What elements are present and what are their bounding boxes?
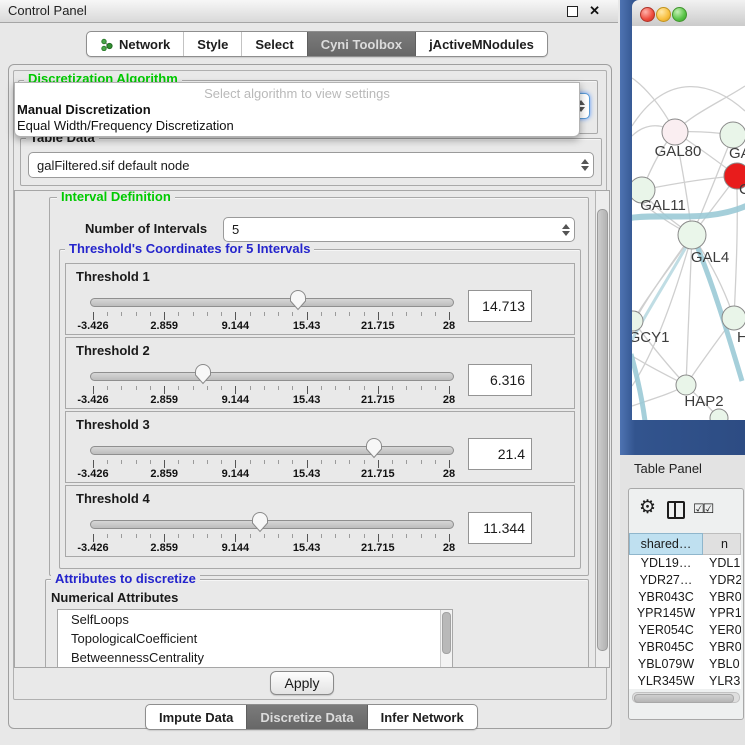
threshold-1-label: Threshold 1 bbox=[76, 269, 150, 284]
thresholds-group-title: Threshold's Coordinates for 5 Intervals bbox=[65, 242, 314, 256]
apply-button[interactable]: Apply bbox=[270, 671, 334, 695]
svg-text:GA: GA bbox=[729, 145, 745, 162]
network-nodes[interactable] bbox=[632, 119, 745, 420]
threshold-4-value-field[interactable]: 11.344 bbox=[468, 512, 532, 544]
network-icon bbox=[100, 38, 113, 51]
control-panel-tab-bar: Network Style Select Cyni Toolbox jActiv… bbox=[86, 31, 548, 57]
table-row: YPR145WYPR1 bbox=[629, 605, 741, 622]
table-row: YBR043CYBR0 bbox=[629, 589, 741, 606]
table-row: YLR345WYLR3 bbox=[629, 673, 741, 689]
slider-axis-labels: -3.4262.8599.14415.4321.71528 bbox=[93, 542, 449, 554]
slider-axis-labels: -3.4262.8599.14415.4321.71528 bbox=[93, 468, 449, 480]
tab-network[interactable]: Network bbox=[87, 32, 183, 56]
slider-ticks bbox=[93, 386, 449, 394]
threshold-2-box: Threshold 2 -3.4262.8599.14415.4321.7152… bbox=[65, 337, 575, 409]
tab-style[interactable]: Style bbox=[183, 32, 241, 56]
interval-definition-title: Interval Definition bbox=[57, 190, 175, 204]
svg-text:GCY1: GCY1 bbox=[632, 329, 669, 346]
checkbox-icons[interactable]: ☑☑ bbox=[693, 501, 712, 517]
dropdown-option-manual[interactable]: Manual Discretization bbox=[17, 102, 577, 118]
table-data-combobox[interactable]: galFiltered.sif default node bbox=[28, 152, 594, 178]
slider-ticks bbox=[93, 460, 449, 468]
threshold-1-value-field[interactable]: 14.713 bbox=[468, 290, 532, 322]
columns-icon[interactable] bbox=[667, 501, 685, 519]
tab-select[interactable]: Select bbox=[241, 32, 306, 56]
attribute-items: SelfLoopsTopologicalCoefficientBetweenne… bbox=[58, 610, 452, 667]
bottom-tab-bar: Impute Data Discretize Data Infer Networ… bbox=[145, 704, 478, 730]
screen: Control Panel ✕ Network Style Select Cyn… bbox=[0, 0, 745, 745]
svg-text:GAL4: GAL4 bbox=[691, 249, 729, 266]
table-row: YBR045CYBR0 bbox=[629, 639, 741, 656]
panel-scrollbar-thumb[interactable] bbox=[597, 209, 608, 651]
table-row: YBL079WYBL0 bbox=[629, 656, 741, 673]
tab-network-label: Network bbox=[119, 37, 170, 52]
node-h bbox=[722, 306, 745, 330]
threshold-2-value-field[interactable]: 6.316 bbox=[468, 364, 532, 396]
numerical-attributes-list[interactable]: SelfLoopsTopologicalCoefficientBetweenne… bbox=[57, 609, 453, 668]
algorithm-dropdown-popup: Select algorithm to view settings Manual… bbox=[14, 82, 580, 137]
tab-discretize-data[interactable]: Discretize Data bbox=[246, 705, 366, 729]
svg-text:H: H bbox=[737, 329, 745, 346]
column-header-shared[interactable]: shared… bbox=[629, 533, 703, 555]
table-row: YDL19…YDL1 bbox=[629, 555, 741, 572]
tab-impute-data[interactable]: Impute Data bbox=[146, 705, 246, 729]
horizontal-scrollbar[interactable] bbox=[632, 692, 740, 703]
threshold-3-label: Threshold 3 bbox=[76, 417, 150, 432]
control-panel-titlebar: Control Panel ✕ bbox=[0, 0, 618, 23]
table-header: shared… n bbox=[629, 533, 741, 555]
settings-scroll-panel: Interval Definition Number of Intervals … bbox=[14, 190, 610, 668]
table-body[interactable]: YDL19…YDL1YDR27…YDR2YBR043CYBR0YPR145WYP… bbox=[629, 555, 741, 689]
dropdown-hint: Select algorithm to view settings bbox=[15, 86, 579, 101]
combobox-stepper-icon bbox=[558, 224, 574, 236]
minimize-traffic-light-icon[interactable] bbox=[656, 7, 671, 22]
number-of-intervals-value: 5 bbox=[224, 222, 558, 237]
numerical-attributes-label: Numerical Attributes bbox=[51, 590, 178, 605]
slider-ticks bbox=[93, 534, 449, 542]
svg-text:HAP2: HAP2 bbox=[684, 393, 723, 410]
threshold-3-value-field[interactable]: 21.4 bbox=[468, 438, 532, 470]
network-window-titlebar[interactable] bbox=[632, 0, 745, 27]
table-panel-title: Table Panel bbox=[634, 461, 702, 476]
tab-infer-network[interactable]: Infer Network bbox=[367, 705, 477, 729]
control-panel-title: Control Panel bbox=[8, 0, 87, 22]
table-row: YER054CYER0 bbox=[629, 622, 741, 639]
table-panel: ⚙ ☑☑ shared… n YDL19…YDL1YDR27…YDR2YBR04… bbox=[628, 488, 744, 720]
number-of-intervals-combobox[interactable]: 5 bbox=[223, 217, 575, 242]
node-hap2 bbox=[676, 375, 696, 395]
svg-text:C: C bbox=[739, 181, 745, 198]
node-gcy1 bbox=[632, 311, 643, 331]
combobox-stepper-icon bbox=[577, 159, 593, 171]
float-window-icon[interactable] bbox=[567, 6, 578, 17]
list-scrollbar[interactable] bbox=[440, 610, 452, 668]
attributes-group-title: Attributes to discretize bbox=[51, 572, 200, 586]
slider-axis-labels: -3.4262.8599.14415.4321.71528 bbox=[93, 320, 449, 332]
number-of-intervals-label: Number of Intervals bbox=[85, 221, 207, 236]
table-data-value: galFiltered.sif default node bbox=[29, 158, 577, 173]
slider-axis-labels: -3.4262.8599.14415.4321.71528 bbox=[93, 394, 449, 406]
gear-icon[interactable]: ⚙ bbox=[639, 497, 656, 519]
threshold-4-label: Threshold 4 bbox=[76, 491, 150, 506]
threshold-2-label: Threshold 2 bbox=[76, 343, 150, 358]
table-row: YDR27…YDR2 bbox=[629, 572, 741, 589]
dropdown-option-equal-width[interactable]: Equal Width/Frequency Discretization bbox=[17, 118, 577, 134]
zoom-traffic-light-icon[interactable] bbox=[672, 7, 687, 22]
slider-ticks bbox=[93, 312, 449, 320]
panel-scrollbar[interactable] bbox=[595, 191, 609, 667]
column-header-name[interactable]: n bbox=[703, 533, 741, 555]
threshold-1-box: Threshold 1 -3.4262.8599.14415.4321.7152… bbox=[65, 263, 575, 335]
tab-jactivemnodules[interactable]: jActiveMNodules bbox=[415, 32, 547, 56]
close-icon[interactable]: ✕ bbox=[589, 3, 600, 19]
svg-text:GAL11: GAL11 bbox=[640, 197, 686, 214]
tab-cyni-toolbox[interactable]: Cyni Toolbox bbox=[307, 32, 415, 56]
threshold-3-box: Threshold 3 -3.4262.8599.14415.4321.7152… bbox=[65, 411, 575, 483]
close-traffic-light-icon[interactable] bbox=[640, 7, 655, 22]
threshold-4-box: Threshold 4 -3.4262.8599.14415.4321.7152… bbox=[65, 485, 575, 557]
node-gal4 bbox=[678, 221, 706, 249]
network-canvas[interactable]: GAL80 GA C GAL11 GAL4 GCY1 H HAP2 bbox=[632, 26, 745, 420]
horizontal-scrollbar-thumb[interactable] bbox=[634, 694, 734, 703]
svg-text:GAL80: GAL80 bbox=[655, 143, 702, 160]
node-gal80 bbox=[662, 119, 688, 145]
